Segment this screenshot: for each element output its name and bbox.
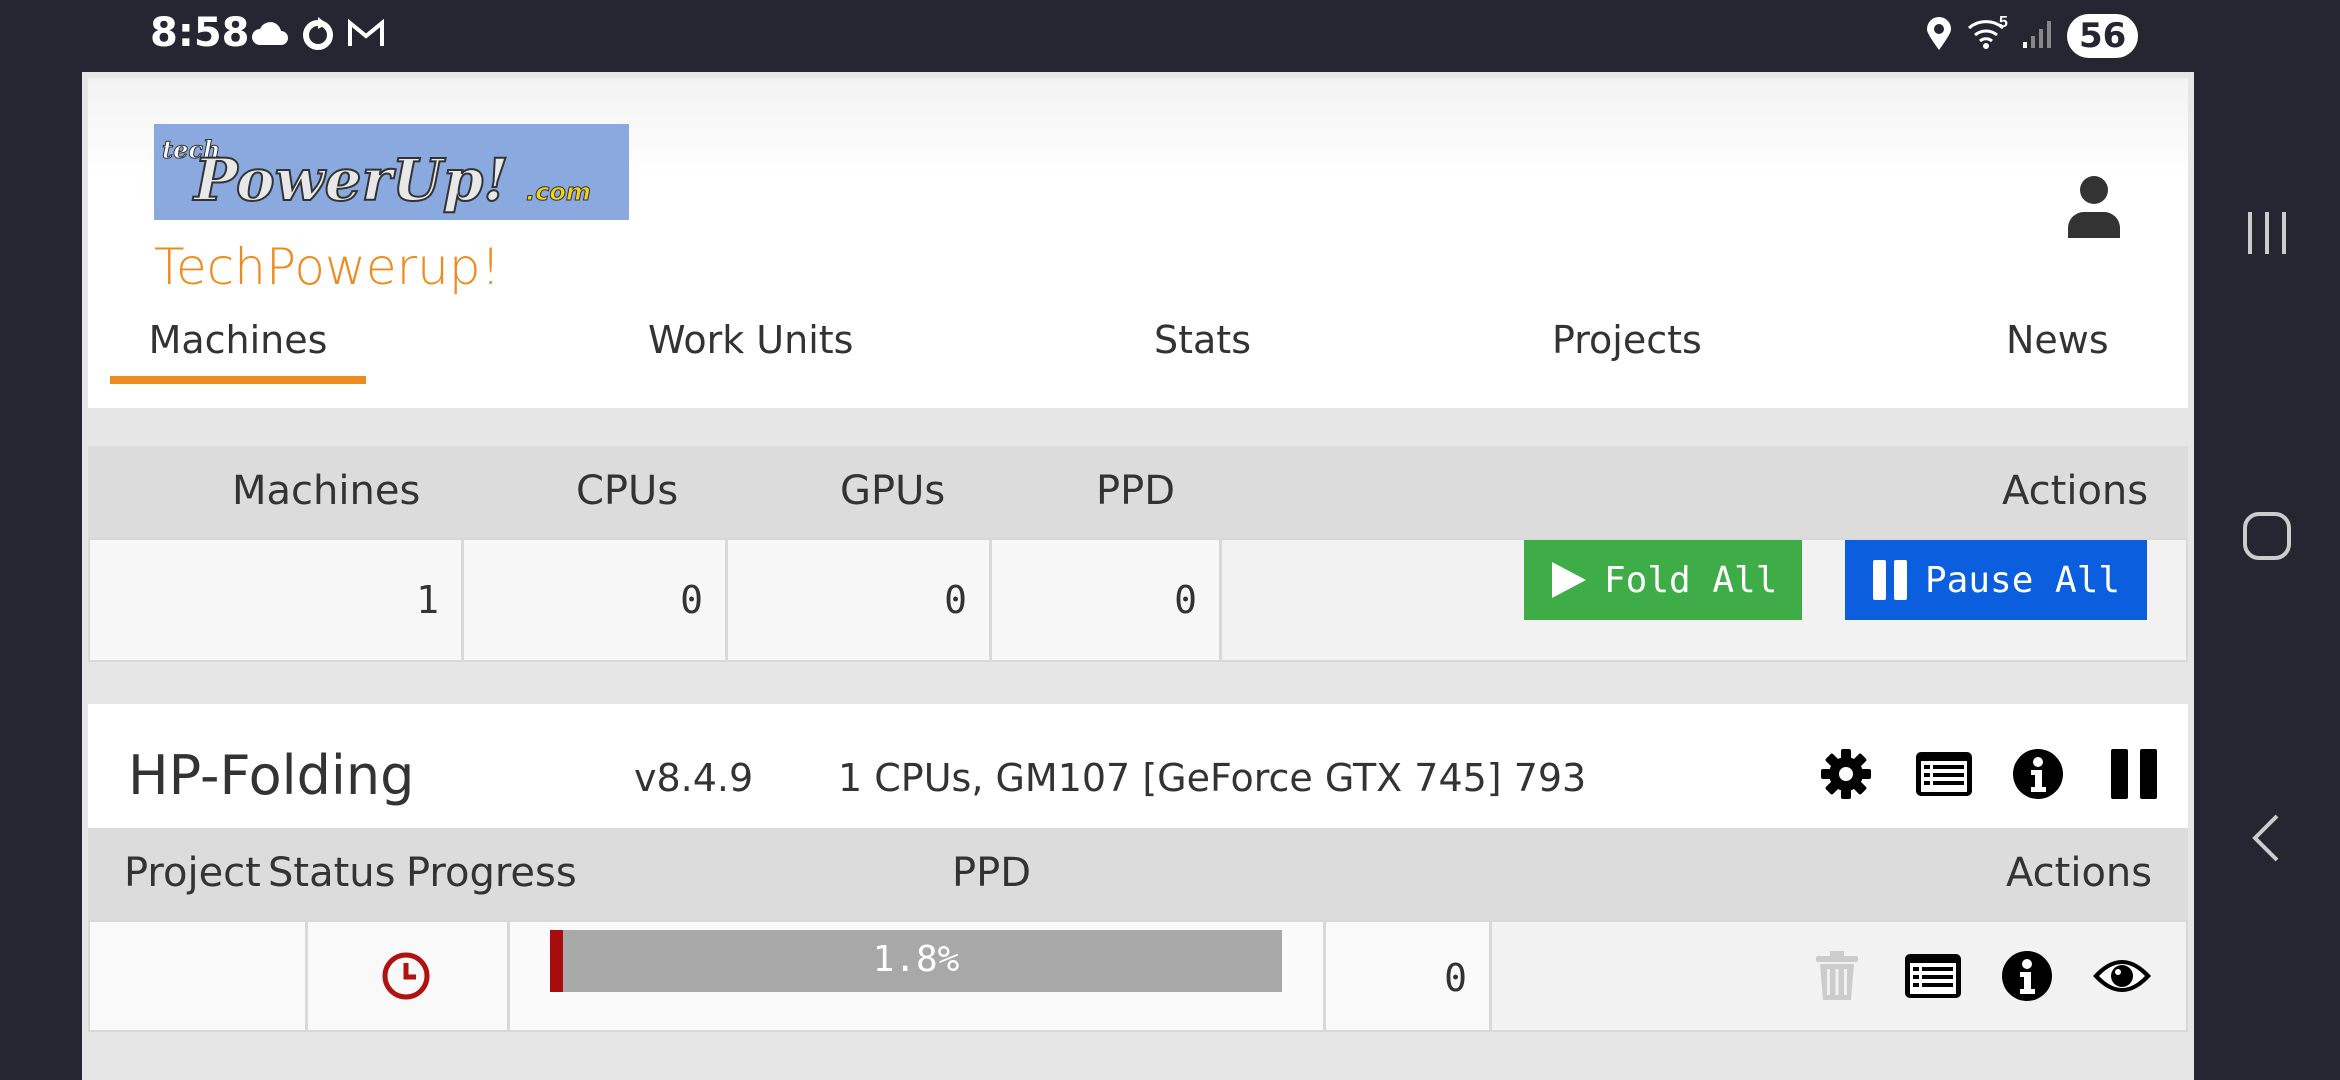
page-header: tech PowerUp! .com TechPowerup! Machines… [88,78,2188,408]
pause-icon[interactable] [2106,746,2162,802]
machines-count: 1 [416,578,439,622]
ppd-value: 0 [1174,578,1197,622]
wifi-icon: 5 [1967,14,2008,55]
techpowerup-logo-image: tech PowerUp! .com [154,124,629,220]
battery-indicator: 56 [2067,14,2139,58]
sync-icon [300,16,336,57]
fold-all-button[interactable]: Fold All [1524,540,1802,620]
wifi-label: 5 [1999,13,2008,31]
svg-text:.com: .com [526,178,591,206]
cpus-cell: 0 [464,540,728,660]
machines-cell: 1 [90,540,464,660]
status-cell [308,922,510,1030]
clock-time: 8:58 [150,10,250,56]
tab-news[interactable]: News [2006,318,2109,384]
home-button[interactable] [2237,506,2297,566]
header-actions: Actions [2002,468,2149,514]
machine-panel: HP-Folding v8.4.9 1 CPUs, GM107 [GeForce… [88,704,2188,1080]
tab-machines[interactable]: Machines [110,318,366,384]
fold-all-label: Fold All [1604,559,1778,601]
info-icon[interactable] [1998,948,2056,1004]
notification-icons [250,14,386,58]
main-tabs: Machines Work Units Stats Projects News [88,318,2188,384]
tab-stats[interactable]: Stats [1154,318,1251,384]
play-icon [1552,562,1586,598]
pause-all-label: Pause All [1925,559,2121,601]
eye-icon[interactable] [2090,948,2154,1004]
site-logo[interactable]: tech PowerUp! .com [154,124,629,220]
status-bar: 8:58 5 56 [0,0,2340,72]
system-icons: 5 56 [1925,12,2139,60]
trash-icon[interactable] [1808,948,1866,1004]
client-version: v8.4.9 [634,756,754,800]
summary-header-row: Machines CPUs GPUs PPD Actions [88,446,2188,538]
machine-actions [1818,746,2158,802]
pause-all-button[interactable]: Pause All [1845,540,2147,620]
svg-text:PowerUp!: PowerUp! [192,146,509,214]
project-cell [90,922,308,1030]
gmail-icon [346,18,386,55]
browser-viewport: tech PowerUp! .com TechPowerup! Machines… [82,72,2194,1080]
work-unit-actions [1808,948,2158,1004]
header-status: Status [268,850,396,896]
machine-name: HP-Folding [128,744,415,807]
ppd-cell: 0 [992,540,1222,660]
header-ppd: PPD [1096,468,1176,514]
progress-bar: 1.8% [550,930,1282,992]
machine-hardware: 1 CPUs, GM107 [GeForce GTX 745] 793 [838,756,1587,800]
header-gpus: GPUs [840,468,946,514]
cpus-count: 0 [680,578,703,622]
recent-apps-button[interactable] [2237,203,2297,263]
machine-header: HP-Folding v8.4.9 1 CPUs, GM107 [GeForce… [88,704,2188,828]
progress-label: 1.8% [872,939,960,980]
gpus-count: 0 [944,578,967,622]
header-actions: Actions [2006,850,2153,896]
user-icon[interactable] [2066,174,2122,240]
tab-projects[interactable]: Projects [1552,318,1702,384]
log-icon[interactable] [1902,948,1964,1004]
back-button[interactable] [2237,808,2297,868]
header-ppd: PPD [952,850,1032,896]
tab-work-units[interactable]: Work Units [648,318,853,384]
header-progress: Progress [406,850,577,896]
work-unit-header-row: Project Status Progress PPD Actions [88,828,2188,920]
cloud-icon [250,19,290,54]
gpus-cell: 0 [728,540,992,660]
header-project: Project [124,850,261,896]
gear-icon[interactable] [1818,746,1874,802]
info-icon[interactable] [2010,746,2066,802]
wu-ppd-value: 0 [1444,956,1467,1000]
signal-icon [2021,18,2053,55]
clock-icon [382,952,430,1005]
site-title[interactable]: TechPowerup! [154,238,501,296]
system-nav-bar [2194,0,2340,1080]
location-icon [1925,16,1953,57]
ppd-cell: 0 [1326,922,1492,1030]
header-machines: Machines [232,468,421,514]
log-icon[interactable] [1914,746,1974,802]
header-cpus: CPUs [576,468,679,514]
pause-icon [1873,560,1907,600]
